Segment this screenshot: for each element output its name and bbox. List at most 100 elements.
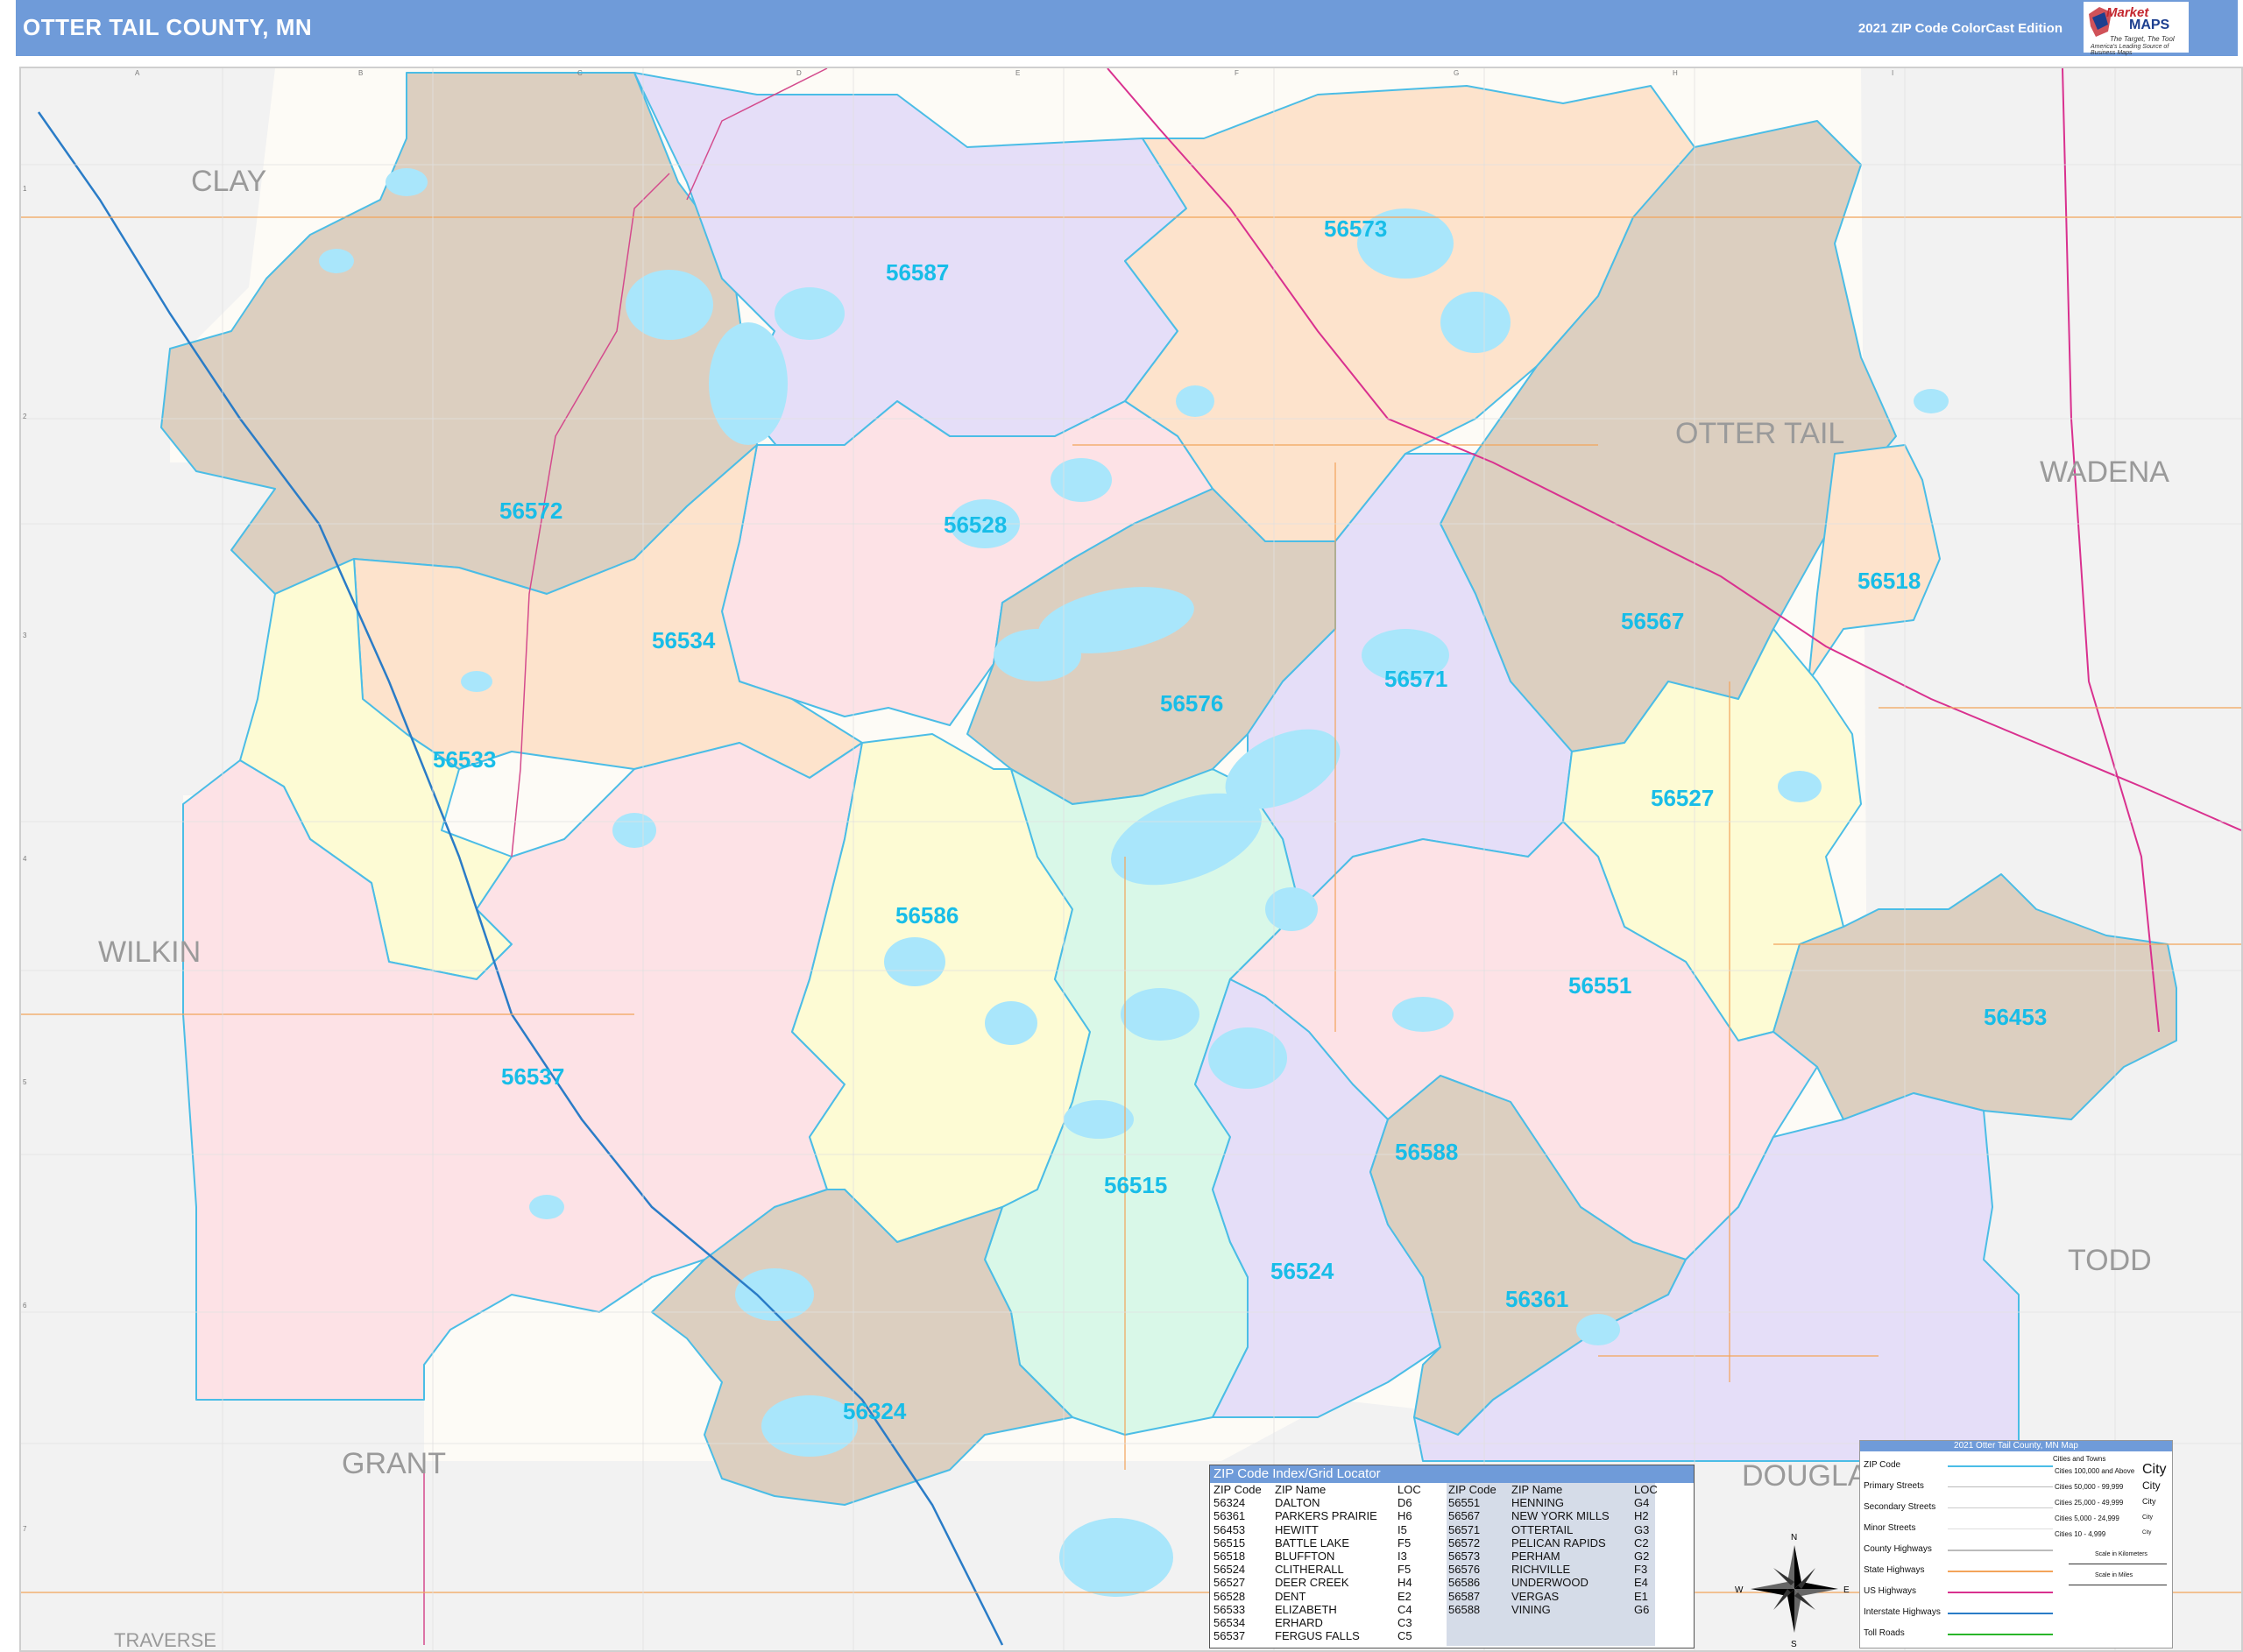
index-cell: ZIP Name [1511,1483,1563,1496]
legend-city-sample-3: City [2142,1497,2156,1506]
index-cell: 56324 [1213,1496,1246,1510]
index-cell: F5 [1397,1536,1412,1550]
legend-city-range-3: Cities 25,000 - 49,999 [2055,1499,2124,1507]
index-cell: NEW YORK MILLS [1511,1509,1610,1523]
index-left-zip-column: ZIP Code 56324 56361 56453 56515 56518 56524 56… [1213,1483,1262,1642]
index-cell: LOC [1634,1483,1658,1496]
index-cell: 56537 [1213,1629,1246,1643]
index-cell: 56361 [1213,1509,1246,1523]
svg-text:A: A [135,69,140,77]
svg-text:G: G [1454,69,1459,77]
map-canvas: A B C D E F G H I 1 2 3 4 5 6 7 CLAY WIL… [19,67,2243,1652]
zip-index-title: ZIP Code Index/Grid Locator [1210,1465,1694,1483]
index-cell: LOC [1397,1483,1421,1496]
index-cell: BATTLE LAKE [1275,1536,1350,1550]
svg-text:H: H [1673,69,1678,77]
zip-label-56586: 56586 [895,902,959,928]
zip-label-56528: 56528 [944,512,1007,538]
legend-city-range-5: Cities 10 - 4,999 [2055,1530,2106,1538]
svg-text:7: 7 [23,1525,27,1533]
zip-label-56515: 56515 [1104,1172,1167,1198]
compass-e: E [1843,1585,1850,1595]
index-cell: G3 [1634,1522,1650,1536]
legend-zip-code: ZIP Code [1864,1460,1901,1470]
county-label-otter-tail: OTTER TAIL [1675,417,1844,450]
svg-text:C: C [577,69,583,77]
legend-title: 2021 Otter Tail County, MN Map [1860,1441,2172,1451]
index-cell: VINING [1511,1602,1551,1616]
logo-tagline-2: America's Leading Source of Business Map… [2091,44,2169,56]
index-left-loc-column: LOC D6 H6 I5 F5 I3 F5 H4 E2 C4 C3 C5 [1397,1483,1421,1642]
svg-text:6: 6 [23,1302,27,1310]
county-label-traverse: TRAVERSE [114,1629,216,1650]
zip-label-56533: 56533 [433,746,496,773]
zip-label-56551: 56551 [1568,972,1631,999]
county-label-grant: GRANT [342,1447,446,1480]
index-cell: 56576 [1448,1563,1481,1577]
index-cell: 56534 [1213,1616,1246,1630]
index-cell: ZIP Name [1275,1483,1327,1496]
legend-us-highways: US Highways [1864,1586,1917,1596]
county-label-douglas: DOUGLA [1742,1459,1868,1493]
index-cell: 56588 [1448,1602,1481,1616]
index-cell: ZIP Code [1448,1483,1497,1496]
legend-scale-mi-label: Scale in Miles [2095,1572,2133,1578]
zip-label-56534: 56534 [652,627,716,653]
svg-text:2: 2 [23,413,27,420]
index-cell: BLUFFTON [1275,1550,1335,1564]
zip-label-56324: 56324 [843,1398,907,1424]
index-cell: 56571 [1448,1522,1481,1536]
index-cell: C2 [1634,1536,1649,1550]
index-cell: OTTERTAIL [1511,1522,1574,1536]
map-title: OTTER TAIL COUNTY, MN [23,14,313,40]
index-cell: 56528 [1213,1589,1246,1603]
index-cell: PELICAN RAPIDS [1511,1536,1606,1550]
index-cell: HEWITT [1275,1522,1319,1536]
index-cell: 56586 [1448,1576,1481,1590]
svg-text:D: D [796,69,802,77]
legend-city-sample-4: City [2142,1514,2154,1521]
legend-city-sample-1: City [2142,1462,2167,1477]
legend-county-highways: County Highways [1864,1544,1932,1554]
legend-interstate-line [1948,1613,2053,1614]
legend-city-range-1: Cities 100,000 and Above [2055,1467,2135,1475]
index-cell: PARKERS PRAIRIE [1275,1509,1377,1523]
index-cell: 56551 [1448,1496,1481,1510]
index-cell: HENNING [1511,1496,1564,1510]
index-cell: F5 [1397,1563,1412,1577]
zip-label-56587: 56587 [886,259,949,286]
legend-city-sample-2: City [2142,1479,2161,1492]
zip-label-56576: 56576 [1160,690,1223,717]
legend-toll-roads: Toll Roads [1864,1628,1905,1638]
legend-minor-line [1948,1528,2053,1529]
zip-label-56567: 56567 [1621,608,1684,634]
zip-label-56524: 56524 [1270,1258,1334,1284]
logo-tagline: The Target, The Tool [2110,35,2175,43]
edition-label: 2021 ZIP Code ColorCast Edition [1857,21,2063,36]
legend-secondary-line [1948,1507,2053,1508]
index-cell: E4 [1634,1576,1648,1590]
svg-text:B: B [358,69,363,77]
index-cell: ZIP Code [1213,1483,1262,1496]
index-cell: H4 [1397,1576,1412,1590]
legend-zip-line [1948,1465,2053,1467]
index-cell: 56453 [1213,1522,1246,1536]
index-cell: VERGAS [1511,1589,1560,1603]
index-cell: 56587 [1448,1589,1481,1603]
zip-index-table: ZIP Code Index/Grid Locator ZIP Code 5632… [1209,1465,1695,1648]
index-right-loc-column: LOC G4 H2 G3 C2 G2 F3 E4 E1 G6 [1634,1483,1658,1616]
index-cell: C4 [1397,1602,1412,1616]
index-cell: 56518 [1213,1550,1246,1564]
zip-label-56571: 56571 [1384,666,1447,692]
index-left-name-column: ZIP Name DALTON PARKERS PRAIRIE HEWITT BATTL… [1275,1483,1377,1642]
zip-label-56453: 56453 [1984,1004,2047,1030]
legend-us-line [1948,1592,2053,1593]
zip-index-body: ZIP Code 56324 56361 56453 56515 56518 56524 56… [1210,1483,1694,1648]
market-maps-logo: Market MAPS The Target, The Tool America… [2084,2,2189,56]
svg-text:I: I [1892,69,1893,77]
index-cell: 56524 [1213,1563,1246,1577]
zip-label-56518: 56518 [1857,568,1921,594]
legend-city-sample-5: City [2142,1530,2152,1536]
map-legend: 2021 Otter Tail County, MN Map Cities an… [1859,1440,2173,1648]
county-label-clay: CLAY [191,165,266,198]
